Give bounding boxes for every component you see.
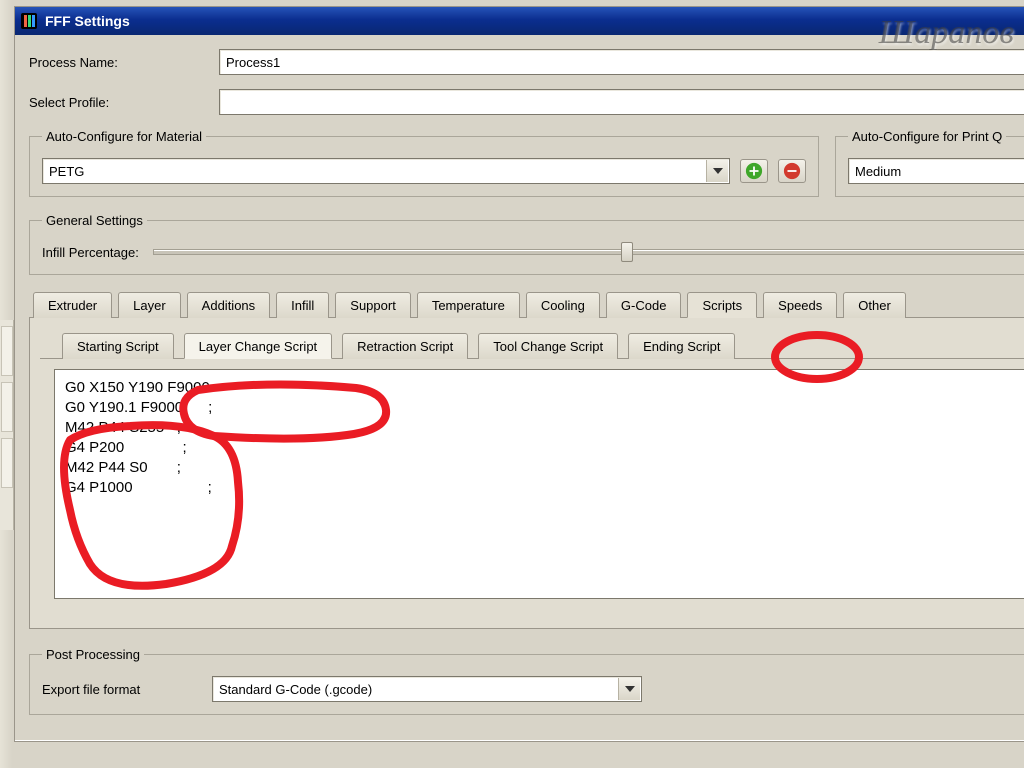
dialog-title: FFF Settings [45,13,130,29]
subtab-ending-script[interactable]: Ending Script [628,333,735,359]
tab-extruder[interactable]: Extruder [33,292,112,318]
infill-percentage-label: Infill Percentage: [42,245,139,260]
tab-g-code[interactable]: G-Code [606,292,682,318]
subtab-tool-change-script[interactable]: Tool Change Script [478,333,618,359]
layer-change-script-textarea[interactable] [54,369,1024,599]
process-name-label: Process Name: [29,55,219,70]
app-icon [21,13,37,29]
select-profile-label: Select Profile: [29,95,219,110]
main-tabstrip: ExtruderLayerAdditionsInfillSupportTempe… [29,291,1024,318]
watermark-text: Шарапов [879,14,1014,52]
add-material-button[interactable] [740,159,768,183]
fff-settings-dialog: FFF Settings Process Name: Select Profil… [14,6,1024,742]
tab-speeds[interactable]: Speeds [763,292,837,318]
tab-temperature[interactable]: Temperature [417,292,520,318]
tab-cooling[interactable]: Cooling [526,292,600,318]
remove-material-button[interactable] [778,159,806,183]
quality-dropdown[interactable]: Medium [848,158,1024,184]
slider-thumb[interactable] [621,242,633,262]
minus-icon [783,162,801,180]
subtab-layer-change-script[interactable]: Layer Change Script [184,333,333,359]
tab-scripts[interactable]: Scripts [687,292,757,318]
material-groupbox: Auto-Configure for Material PETG [29,129,819,197]
tab-layer[interactable]: Layer [118,292,181,318]
post-processing-groupbox: Post Processing Export file format Stand… [29,647,1024,715]
export-format-label: Export file format [42,682,212,697]
tab-infill[interactable]: Infill [276,292,329,318]
tab-other[interactable]: Other [843,292,906,318]
material-dropdown[interactable]: PETG [42,158,730,184]
quality-legend: Auto-Configure for Print Q [848,129,1006,144]
quality-groupbox: Auto-Configure for Print Q Medium [835,129,1024,197]
general-settings-groupbox: General Settings Infill Percentage: [29,213,1024,275]
process-name-input[interactable] [219,49,1024,75]
select-profile-dropdown[interactable] [219,89,1024,115]
material-legend: Auto-Configure for Material [42,129,206,144]
subtab-starting-script[interactable]: Starting Script [62,333,174,359]
subtab-retraction-script[interactable]: Retraction Script [342,333,468,359]
scripts-panel: Starting Script Layer Change Script Retrac… [29,317,1024,629]
general-settings-legend: General Settings [42,213,147,228]
plus-icon [745,162,763,180]
export-format-dropdown[interactable]: Standard G-Code (.gcode) [212,676,642,702]
material-value: PETG [49,164,84,179]
chevron-down-icon [618,678,640,700]
quality-value: Medium [855,164,901,179]
tab-additions[interactable]: Additions [187,292,270,318]
dialog-titlebar[interactable]: FFF Settings [15,7,1024,35]
chevron-down-icon [706,160,728,182]
scripts-subtabstrip: Starting Script Layer Change Script Retrac… [40,328,1024,359]
infill-slider[interactable] [153,242,1024,262]
tab-support[interactable]: Support [335,292,411,318]
export-format-value: Standard G-Code (.gcode) [219,682,372,697]
post-processing-legend: Post Processing [42,647,144,662]
left-toolbar-strip [0,320,14,530]
